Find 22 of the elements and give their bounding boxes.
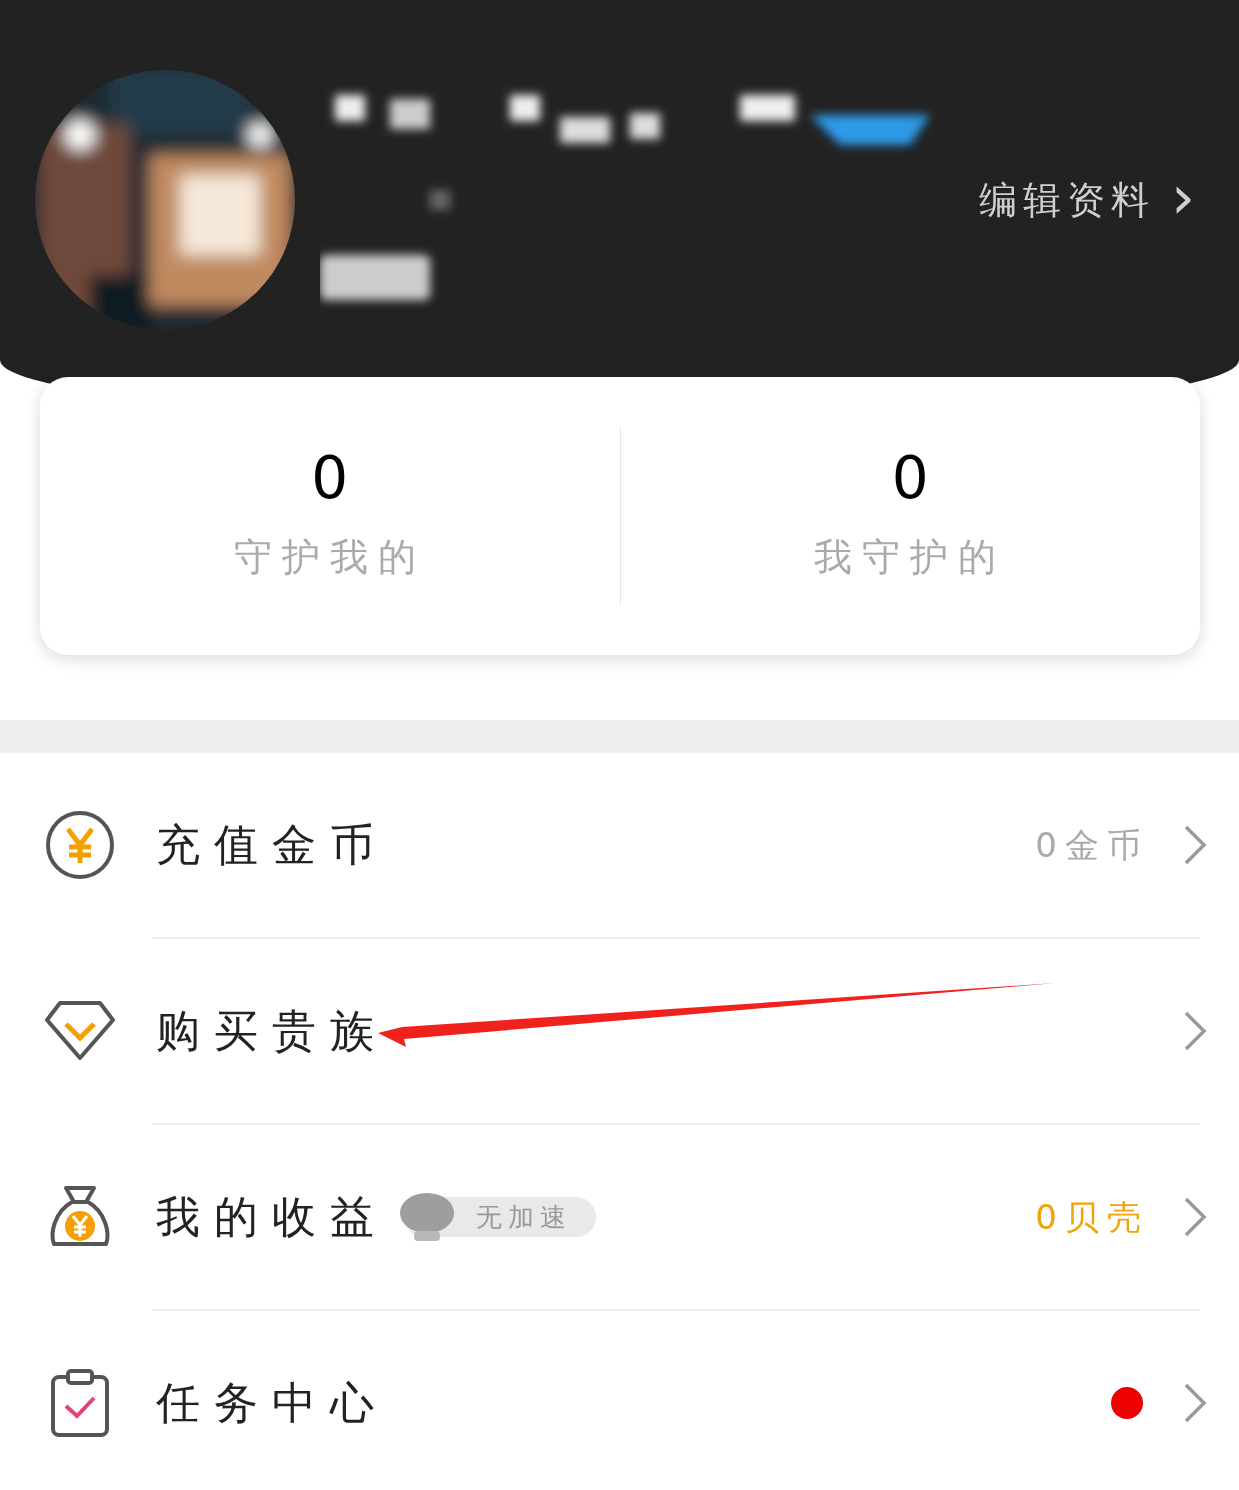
menu-label: 我的收益 xyxy=(156,1190,388,1244)
menu-row[interactable]: 我的收益 无加速 0贝壳 xyxy=(0,1125,1239,1309)
chevron-icon xyxy=(1183,824,1207,866)
chevron-icon xyxy=(1183,1196,1207,1238)
menu-value: 0贝壳 xyxy=(1035,1195,1149,1239)
yuan-coin-icon xyxy=(44,809,116,881)
stat-value: 0 xyxy=(891,449,929,507)
chevron-icon xyxy=(1183,1382,1207,1424)
edit-profile-link[interactable]: 编辑资料 › xyxy=(979,172,1201,229)
chevron-icon xyxy=(1183,1010,1207,1052)
menu-label: 任务中心 xyxy=(156,1376,388,1430)
menu-row[interactable]: 任务中心 xyxy=(0,1311,1239,1490)
stat-label: 我守护的 xyxy=(814,534,1007,581)
menu-row[interactable]: 购买贵族 xyxy=(0,939,1239,1123)
stat-label: 守护我的 xyxy=(233,534,426,581)
menu-row[interactable]: 充值金币 0金币 xyxy=(0,753,1239,937)
diamond-icon xyxy=(44,1000,116,1062)
menu-label: 购买贵族 xyxy=(156,1004,388,1058)
clipboard-check-icon xyxy=(50,1368,110,1438)
menu-label: 充值金币 xyxy=(156,818,388,872)
stat-value: 0 xyxy=(311,449,349,507)
menu-value: 0金币 xyxy=(1035,823,1149,867)
